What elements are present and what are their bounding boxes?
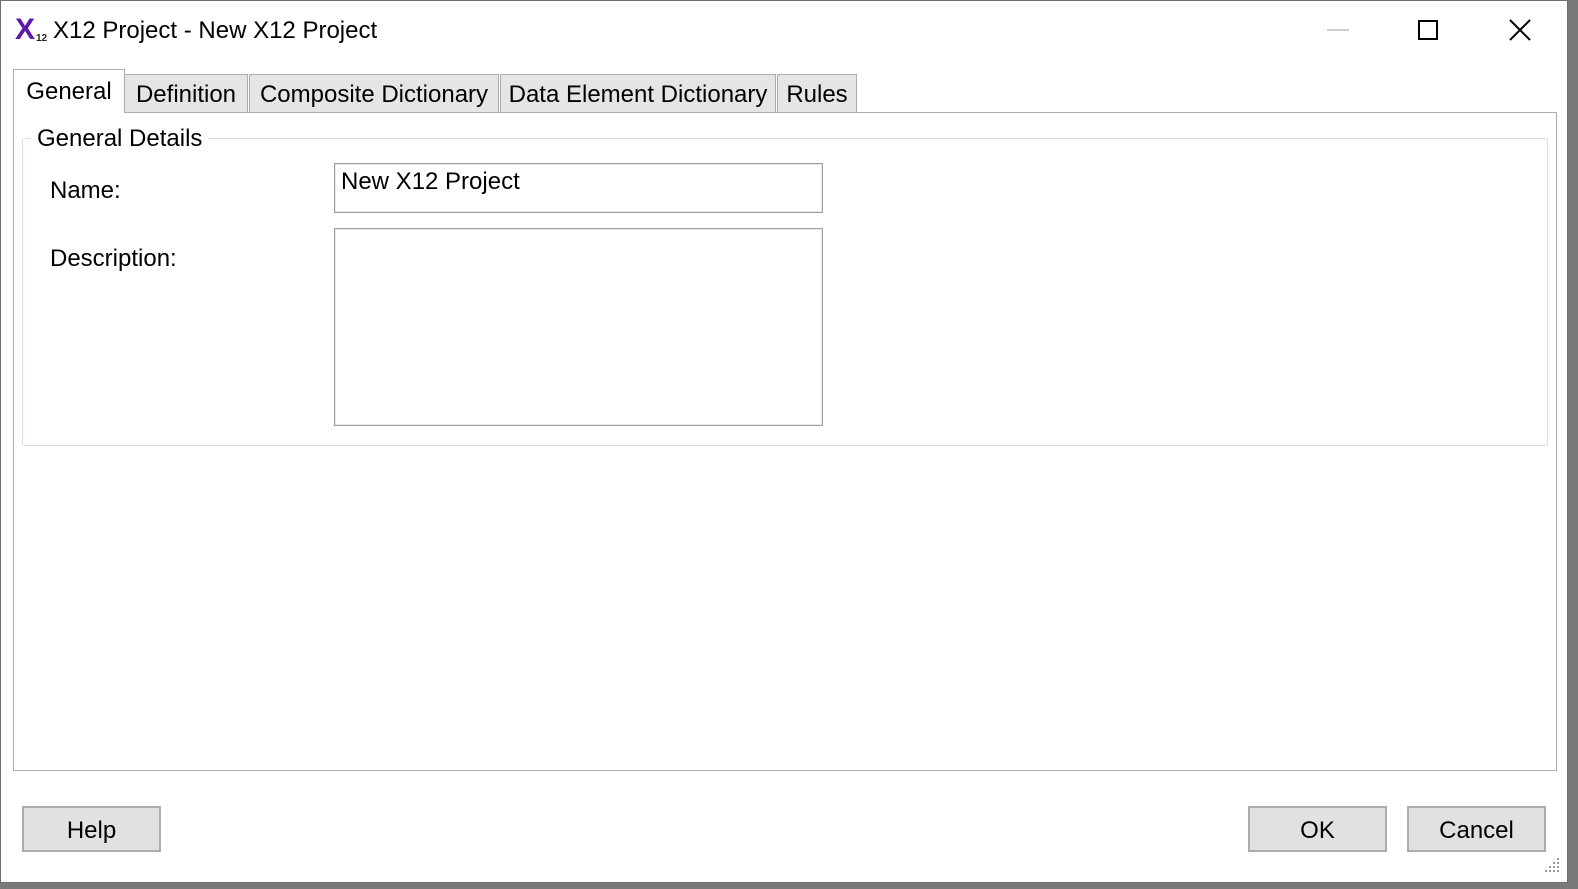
title-bar[interactable]: X 12 X12 Project - New X12 Project bbox=[1, 1, 1567, 61]
name-field[interactable]: New X12 Project bbox=[334, 163, 823, 213]
general-tab-panel: General Details Name: New X12 Project De… bbox=[13, 112, 1557, 771]
minimize-icon bbox=[1327, 29, 1349, 31]
cancel-button[interactable]: Cancel bbox=[1407, 806, 1546, 852]
tab-general[interactable]: General bbox=[13, 69, 125, 113]
description-label: Description: bbox=[50, 245, 177, 272]
x12-app-icon: X 12 bbox=[15, 13, 48, 46]
close-button[interactable] bbox=[1475, 1, 1567, 59]
minimize-button[interactable] bbox=[1291, 1, 1383, 59]
resize-grip-icon[interactable] bbox=[1539, 854, 1563, 878]
x12-project-dialog: X 12 X12 Project - New X12 Project Gener… bbox=[0, 0, 1568, 883]
close-icon bbox=[1509, 19, 1531, 41]
tab-definition[interactable]: Definition bbox=[124, 74, 248, 112]
tab-data-element-dictionary[interactable]: Data Element Dictionary bbox=[500, 74, 776, 112]
help-button[interactable]: Help bbox=[22, 806, 161, 852]
description-field[interactable] bbox=[334, 228, 823, 426]
maximize-button[interactable] bbox=[1383, 1, 1475, 59]
group-title: General Details bbox=[31, 125, 209, 153]
general-details-group: General Details Name: New X12 Project De… bbox=[22, 125, 1548, 446]
name-label: Name: bbox=[50, 177, 121, 204]
window-title: X12 Project - New X12 Project bbox=[53, 17, 378, 44]
tab-composite-dictionary[interactable]: Composite Dictionary bbox=[249, 74, 499, 112]
maximize-icon bbox=[1418, 20, 1438, 40]
tab-rules[interactable]: Rules bbox=[777, 74, 857, 112]
ok-button[interactable]: OK bbox=[1248, 806, 1387, 852]
